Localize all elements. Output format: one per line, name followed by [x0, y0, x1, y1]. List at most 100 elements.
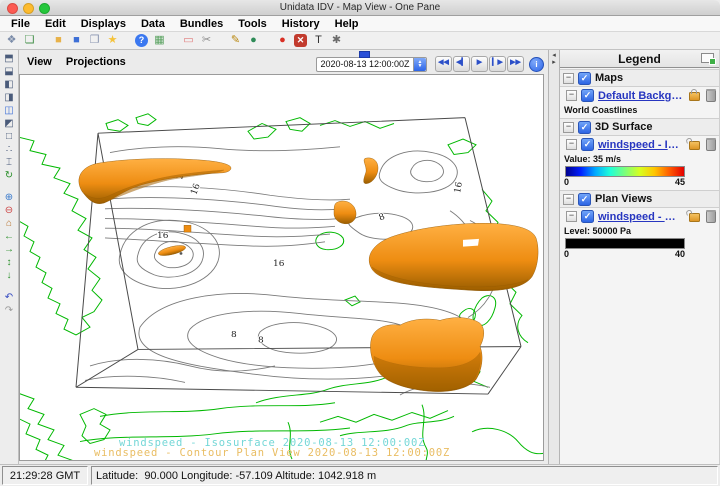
menu-item-tools[interactable]: Tools: [238, 18, 267, 30]
trash-icon[interactable]: [706, 211, 716, 223]
view-menu-projections[interactable]: Projections: [66, 56, 126, 68]
view-front-cube-icon[interactable]: ◫: [2, 104, 16, 117]
collapse-right-icon[interactable]: ▸: [552, 59, 556, 66]
toolbar-spacer: [171, 40, 177, 41]
maps-visibility-checkbox[interactable]: [578, 72, 591, 85]
view-east-cube-icon[interactable]: ◨: [2, 91, 16, 104]
zoom-out-globe-icon[interactable]: ⊖: [2, 204, 16, 217]
isosurface-colorbar[interactable]: [565, 166, 685, 177]
record-icon[interactable]: ●: [276, 34, 289, 47]
help-icon[interactable]: ?: [135, 34, 148, 47]
menu-item-data[interactable]: Data: [141, 18, 165, 30]
contour-plan-link[interactable]: windspeed - Contour Pl...: [598, 211, 683, 223]
home-view-icon[interactable]: ⌂: [2, 217, 16, 230]
vertical-scale-icon[interactable]: ⌶: [2, 156, 16, 169]
pan-vertical-icon[interactable]: ↕: [2, 256, 16, 269]
auto-rotate-icon[interactable]: ↻: [2, 169, 16, 182]
text-note-icon[interactable]: T: [312, 34, 325, 47]
favorites-star-icon[interactable]: ★: [106, 34, 119, 47]
isosurface-colorbar-ticks: 0 45: [564, 177, 685, 189]
background-maps-link[interactable]: Default Background Maps: [598, 90, 683, 102]
delete-icon[interactable]: ✕: [294, 34, 307, 47]
surface-visibility-checkbox[interactable]: [578, 121, 591, 134]
collapse-icon[interactable]: [566, 139, 577, 150]
rotate-axes-icon[interactable]: ∴: [2, 143, 16, 156]
view-menu-view[interactable]: View: [27, 56, 52, 68]
open-folder-icon[interactable]: ■: [52, 34, 65, 47]
lock-closed-icon[interactable]: [689, 92, 700, 101]
toolbar-spacer: [124, 40, 130, 41]
globe-icon[interactable]: ●: [247, 34, 260, 47]
world-coastlines-label: World Coastlines: [560, 104, 719, 117]
play-button[interactable]: ▶: [471, 56, 488, 72]
close-window-button[interactable]: [7, 3, 18, 14]
collapse-icon[interactable]: [563, 122, 574, 133]
collapse-icon[interactable]: [566, 90, 577, 101]
pan-down-icon[interactable]: ↓: [2, 269, 16, 282]
contour-timestamp-label: windspeed - Contour Plan View 2020-08-13…: [94, 447, 450, 459]
animation-timeline-indicator[interactable]: [359, 51, 370, 58]
contour-label: 16: [273, 259, 285, 269]
pan-left-icon[interactable]: ←: [2, 230, 16, 243]
zoom-in-globe-icon[interactable]: ⊕: [2, 191, 16, 204]
isosurface-checkbox[interactable]: [581, 138, 594, 151]
contour-plan-colorbar[interactable]: [565, 238, 685, 249]
float-legend-icon[interactable]: [701, 53, 714, 63]
background-maps-checkbox[interactable]: [581, 89, 594, 102]
cut-scissors-icon[interactable]: ✂: [200, 34, 213, 47]
section-label: Plan Views: [595, 193, 652, 205]
map-view-panel: View Projections 2020-08-13 12:00:00Z ▲▼ …: [19, 50, 549, 464]
copy-icon[interactable]: ❐: [88, 34, 101, 47]
draw-pencil-icon[interactable]: ✎: [229, 34, 242, 47]
redo-icon[interactable]: ↷: [2, 304, 16, 317]
legend-section-maps: Maps: [560, 69, 719, 87]
eraser-icon[interactable]: ▭: [182, 34, 195, 47]
animation-properties-button[interactable]: i: [529, 57, 544, 72]
time-combobox[interactable]: 2020-08-13 12:00:00Z ▲▼: [316, 57, 427, 72]
step-to-start-button[interactable]: ◀◀: [435, 56, 452, 72]
time-animation-controls: 2020-08-13 12:00:00Z ▲▼ ◀◀◀▎▶▎▶▶▶ i: [316, 56, 544, 72]
menu-item-help[interactable]: Help: [335, 18, 359, 30]
menu-item-displays[interactable]: Displays: [81, 18, 126, 30]
save-icon[interactable]: ■: [70, 34, 83, 47]
collapse-icon[interactable]: [563, 194, 574, 205]
step-forward-button[interactable]: ▎▶: [489, 56, 506, 72]
step-to-end-button[interactable]: ▶▶: [507, 56, 524, 72]
view-top-cube-icon[interactable]: ⬒: [2, 52, 16, 65]
capture-image-icon[interactable]: ▦: [153, 34, 166, 47]
trash-icon[interactable]: [706, 139, 716, 151]
perspective-view-icon[interactable]: □: [2, 130, 16, 143]
step-back-button[interactable]: ◀▎: [453, 56, 470, 72]
menu-item-edit[interactable]: Edit: [45, 18, 66, 30]
toolbar-spacer: [265, 40, 271, 41]
plan-views-visibility-checkbox[interactable]: [578, 193, 591, 206]
show-dashboard-icon[interactable]: ❖: [5, 34, 18, 47]
lock-open-icon[interactable]: [689, 213, 700, 222]
legend-panel: Legend Maps Default Background Maps Worl…: [560, 50, 720, 464]
contour-label: 8: [258, 336, 264, 346]
undo-icon[interactable]: ↶: [2, 291, 16, 304]
minimize-window-button[interactable]: [23, 3, 34, 14]
new-window-icon[interactable]: ❏: [23, 34, 36, 47]
menu-item-file[interactable]: File: [11, 18, 30, 30]
view-north-cube-icon[interactable]: ◧: [2, 78, 16, 91]
colorbar-min: 0: [564, 177, 569, 187]
view-bottom-cube-icon[interactable]: ⬓: [2, 65, 16, 78]
time-stepper[interactable]: ▲▼: [413, 58, 426, 71]
menu-item-bundles[interactable]: Bundles: [180, 18, 223, 30]
panel-splitter[interactable]: ◂ ▸: [549, 50, 560, 464]
pan-right-icon[interactable]: →: [2, 243, 16, 256]
collapse-left-icon[interactable]: ◂: [552, 52, 556, 59]
trash-icon[interactable]: [706, 90, 716, 102]
contour-plan-checkbox[interactable]: [581, 210, 594, 223]
settings-icon[interactable]: ✱: [330, 34, 343, 47]
lock-open-icon[interactable]: [689, 141, 700, 150]
map-3d-canvas[interactable]: 16 24 16 16 8 8 8 16: [19, 74, 544, 461]
menu-item-history[interactable]: History: [282, 18, 320, 30]
zoom-window-button[interactable]: [39, 3, 50, 14]
isosurface-link[interactable]: windspeed - Isosurface: [598, 139, 683, 151]
collapse-icon[interactable]: [566, 211, 577, 222]
view-west-cube-icon[interactable]: ◩: [2, 117, 16, 130]
collapse-icon[interactable]: [563, 73, 574, 84]
menu-bar: File Edit Displays Data Bundles Tools History H…: [0, 16, 720, 32]
